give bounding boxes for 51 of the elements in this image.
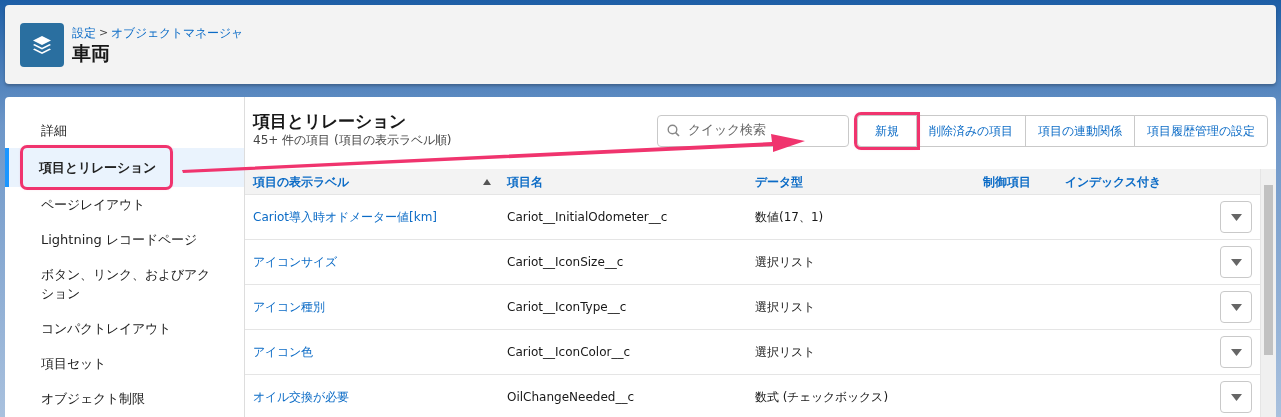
sidebar-item[interactable]: 項目とリレーション: [5, 148, 244, 187]
row-actions-button[interactable]: [1220, 201, 1252, 233]
table-cell: Cariot__IconType__c: [507, 300, 627, 314]
sidebar-item[interactable]: ページレイアウト: [5, 187, 244, 222]
column-header[interactable]: インデックス付き: [1065, 172, 1215, 191]
caret-icon: [1230, 348, 1242, 356]
breadcrumb-link[interactable]: オブジェクトマネージャ: [111, 24, 244, 43]
caret-icon: [1230, 213, 1242, 221]
scrollbar[interactable]: [1260, 169, 1276, 417]
sidebar-item[interactable]: 項目セット: [5, 346, 244, 381]
column-header[interactable]: 制御項目: [983, 172, 1065, 191]
breadcrumb-link[interactable]: 設定: [72, 24, 96, 43]
object-title: 車両: [72, 42, 111, 65]
column-header[interactable]: 項目名: [507, 172, 755, 191]
row-actions-button[interactable]: [1220, 291, 1252, 323]
sidebar-item[interactable]: オブジェクト制限: [5, 381, 244, 416]
layers-icon: [20, 22, 64, 67]
field-label-link[interactable]: アイコン色: [253, 345, 313, 359]
field-label-link[interactable]: オイル交換が必要: [253, 390, 349, 404]
row-actions-button[interactable]: [1220, 246, 1252, 278]
table-cell: OilChangeNeeded__c: [507, 390, 634, 404]
section-title: 項目とリレーション: [253, 111, 407, 132]
table-cell: Cariot__IconSize__c: [507, 255, 624, 269]
caret-icon: [1230, 303, 1242, 311]
table-cell: Cariot__IconColor__c: [507, 345, 631, 359]
column-header[interactable]: 項目の表示ラベル: [253, 172, 507, 191]
search-field[interactable]: クイック検索: [657, 115, 849, 147]
sidebar-item[interactable]: 詳細: [5, 113, 244, 148]
breadcrumb-separator: >: [99, 24, 109, 41]
table-cell: 数式 (チェックボックス): [755, 390, 889, 404]
row-actions-button[interactable]: [1220, 336, 1252, 368]
sidebar-item[interactable]: コンパクトレイアウト: [5, 311, 244, 346]
table-cell: 選択リスト: [755, 300, 815, 314]
field-label-link[interactable]: Cariot導入時オドメーター値[km]: [253, 210, 438, 224]
column-header[interactable]: データ型: [755, 172, 983, 191]
sidebar-item[interactable]: ボタン、リンク、およびアクション: [5, 257, 244, 311]
field-label-link[interactable]: アイコン種別: [253, 300, 325, 314]
toolbar-button[interactable]: 項目の連動関係: [1025, 115, 1135, 147]
table-cell: 選択リスト: [755, 255, 815, 269]
table-cell: 数値(17、1): [755, 210, 824, 224]
sidebar-item[interactable]: Lightning レコードページ: [5, 222, 244, 257]
toolbar-button[interactable]: 新規: [857, 115, 917, 147]
caret-icon: [1230, 393, 1242, 401]
section-subtitle: 45+ 件の項目 (項目の表示ラベル順): [253, 132, 453, 150]
table-cell: Cariot__InitialOdometer__c: [507, 210, 668, 224]
scrollbar-thumb[interactable]: [1264, 185, 1273, 355]
row-actions-button[interactable]: [1220, 381, 1252, 413]
field-label-link[interactable]: アイコンサイズ: [253, 255, 337, 269]
caret-icon: [1230, 258, 1242, 266]
toolbar-button[interactable]: 項目履歴管理の設定: [1134, 115, 1268, 147]
table-cell: 選択リスト: [755, 345, 815, 359]
